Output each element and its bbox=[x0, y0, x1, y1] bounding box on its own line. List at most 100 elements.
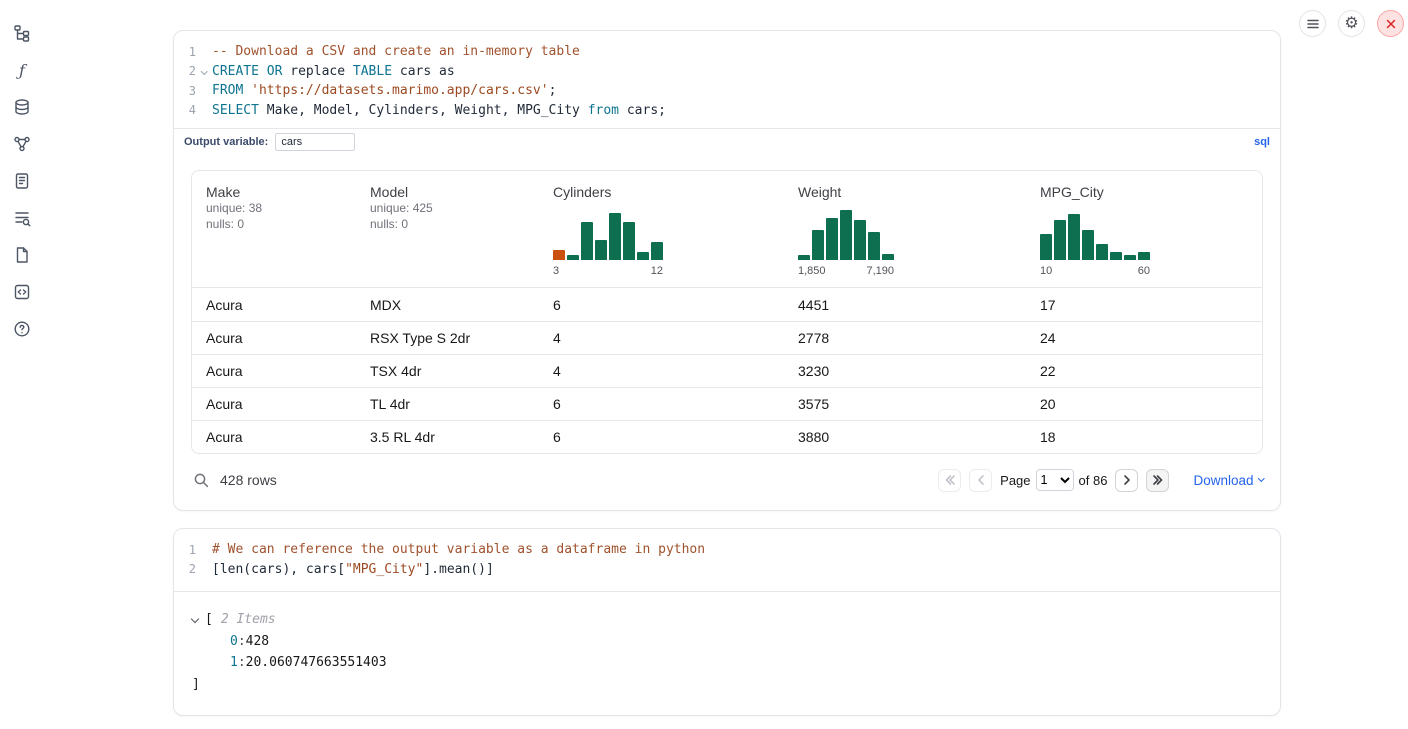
hist-min-label: 3 bbox=[553, 265, 559, 277]
code-text[interactable]: FROM 'https://datasets.marimo.app/cars.c… bbox=[212, 83, 556, 98]
histogram-bar[interactable] bbox=[798, 255, 810, 260]
python-cell: 1 # We can reference the output variable … bbox=[173, 528, 1281, 716]
table-cell: TSX 4dr bbox=[356, 355, 539, 387]
histogram-bar[interactable] bbox=[651, 242, 663, 260]
items-count-label: 2 Items bbox=[221, 609, 276, 631]
sql-code-editor[interactable]: 1-- Download a CSV and create an in-memo… bbox=[174, 31, 1280, 128]
previous-page-button[interactable] bbox=[969, 469, 992, 492]
column-stat: nulls: 0 bbox=[206, 216, 356, 232]
scratchpad-icon[interactable] bbox=[10, 169, 34, 193]
documentation-icon[interactable] bbox=[10, 243, 34, 267]
histogram-bar[interactable] bbox=[609, 213, 621, 260]
dependency-graph-icon[interactable] bbox=[10, 132, 34, 156]
histogram-bar[interactable] bbox=[882, 254, 894, 260]
snippets-icon[interactable] bbox=[10, 280, 34, 304]
token-comment: -- Download a CSV and create an in-memor… bbox=[212, 44, 580, 59]
histogram-bar[interactable] bbox=[637, 252, 649, 260]
tree-entry-row: 1: 20.060747663551403 bbox=[192, 652, 1262, 674]
table-cell: 20 bbox=[1026, 388, 1262, 420]
variables-icon[interactable]: ƒ bbox=[10, 58, 34, 82]
column-header-cylinders: Cylinders312 bbox=[539, 184, 784, 277]
table-of-contents-icon[interactable] bbox=[10, 206, 34, 230]
help-icon[interactable] bbox=[10, 317, 34, 341]
column-label[interactable]: Cylinders bbox=[553, 184, 784, 200]
table-row[interactable]: AcuraTL 4dr6357520 bbox=[192, 387, 1262, 420]
histogram-bar[interactable] bbox=[1138, 252, 1150, 260]
code-text[interactable]: CREATE OR replace TABLE cars as bbox=[212, 64, 455, 79]
datasources-icon[interactable] bbox=[10, 95, 34, 119]
histogram-bar[interactable] bbox=[1068, 214, 1080, 260]
column-label[interactable]: Model bbox=[370, 184, 539, 200]
token-keyword: CREATE bbox=[212, 64, 259, 79]
histogram-bar[interactable] bbox=[1124, 255, 1136, 260]
histogram-bar[interactable] bbox=[826, 218, 838, 260]
column-label[interactable]: MPG_City bbox=[1040, 184, 1262, 200]
token-plain bbox=[243, 83, 251, 98]
table-cell: Acura bbox=[192, 388, 356, 420]
table-footer: 428 rows Page 1 of 86 bbox=[191, 463, 1263, 497]
code-text[interactable]: SELECT Make, Model, Cylinders, Weight, M… bbox=[212, 103, 666, 118]
table-cell: RSX Type S 2dr bbox=[356, 322, 539, 354]
token-keyword: FROM bbox=[212, 83, 243, 98]
table-row[interactable]: Acura3.5 RL 4dr6388018 bbox=[192, 420, 1262, 453]
sql-cell: 1 -- Download a CSV and create an in-memo… bbox=[173, 30, 1281, 511]
histogram-bar[interactable] bbox=[854, 220, 866, 260]
file-explorer-icon[interactable] bbox=[10, 21, 34, 45]
data-table: Makeunique: 38nulls: 0Modelunique: 425nu… bbox=[191, 170, 1263, 454]
table-row[interactable]: AcuraRSX Type S 2dr4277824 bbox=[192, 321, 1262, 354]
column-stat: unique: 425 bbox=[370, 200, 539, 216]
download-button[interactable]: Download bbox=[1193, 473, 1263, 488]
code-text[interactable]: # We can reference the output variable a… bbox=[212, 542, 705, 557]
python-code-editor[interactable]: 1# We can reference the output variable … bbox=[174, 529, 1280, 592]
column-label[interactable]: Make bbox=[206, 184, 356, 200]
language-badge[interactable]: sql bbox=[1254, 136, 1270, 148]
sql-cell-toolbar: Output variable: sql bbox=[174, 128, 1280, 155]
token-keyword: OR bbox=[267, 64, 283, 79]
histogram-bar[interactable] bbox=[1096, 244, 1108, 260]
page-total-label: of 86 bbox=[1079, 473, 1108, 488]
menu-button[interactable] bbox=[1299, 10, 1326, 37]
search-button[interactable] bbox=[193, 472, 210, 489]
tree-entry-colon: : bbox=[238, 652, 246, 674]
histogram-bar[interactable] bbox=[553, 250, 565, 260]
collapse-chevron-icon[interactable] bbox=[192, 618, 205, 622]
first-page-button[interactable] bbox=[938, 469, 961, 492]
table-cell: Acura bbox=[192, 355, 356, 387]
output-variable-input[interactable] bbox=[275, 133, 355, 151]
last-page-button[interactable] bbox=[1146, 469, 1169, 492]
histogram-bar[interactable] bbox=[1110, 252, 1122, 260]
table-row[interactable]: AcuraTSX 4dr4323022 bbox=[192, 354, 1262, 387]
token-plain: cars as bbox=[392, 64, 455, 79]
table-cell: Acura bbox=[192, 421, 356, 453]
page-select[interactable]: 1 bbox=[1036, 469, 1074, 491]
table-cell: 3880 bbox=[784, 421, 1026, 453]
table-cell: 3.5 RL 4dr bbox=[356, 421, 539, 453]
chevron-left-icon bbox=[974, 473, 988, 487]
histogram-bar[interactable] bbox=[1054, 220, 1066, 260]
code-text[interactable]: -- Download a CSV and create an in-memor… bbox=[212, 44, 580, 59]
histogram-bar[interactable] bbox=[581, 222, 593, 260]
tree-entry-row: 0: 428 bbox=[192, 631, 1262, 653]
settings-button[interactable]: ⚙ bbox=[1338, 10, 1365, 37]
tree-close-row: ] bbox=[192, 674, 1262, 696]
histogram-bar[interactable] bbox=[1040, 234, 1052, 260]
next-page-button[interactable] bbox=[1115, 469, 1138, 492]
table-cell: 22 bbox=[1026, 355, 1262, 387]
histogram-bar[interactable] bbox=[812, 230, 824, 260]
code-text[interactable]: [len(cars), cars["MPG_City"].mean()] bbox=[212, 562, 494, 577]
shutdown-button[interactable] bbox=[1377, 10, 1404, 37]
left-sidebar: ƒ bbox=[0, 0, 44, 341]
column-label[interactable]: Weight bbox=[798, 184, 1026, 200]
line-number: 3 bbox=[174, 84, 196, 98]
histogram-bar[interactable] bbox=[840, 210, 852, 260]
histogram-bar[interactable] bbox=[868, 232, 880, 260]
tree-entry-key: 1 bbox=[230, 652, 238, 674]
histogram-bar[interactable] bbox=[595, 240, 607, 260]
table-header-row: Makeunique: 38nulls: 0Modelunique: 425nu… bbox=[192, 171, 1262, 288]
fold-indicator[interactable] bbox=[196, 69, 212, 74]
output-variable-label: Output variable: bbox=[184, 136, 268, 148]
histogram-bar[interactable] bbox=[623, 222, 635, 260]
histogram-bar[interactable] bbox=[567, 255, 579, 260]
table-row[interactable]: AcuraMDX6445117 bbox=[192, 288, 1262, 321]
histogram-bar[interactable] bbox=[1082, 230, 1094, 260]
